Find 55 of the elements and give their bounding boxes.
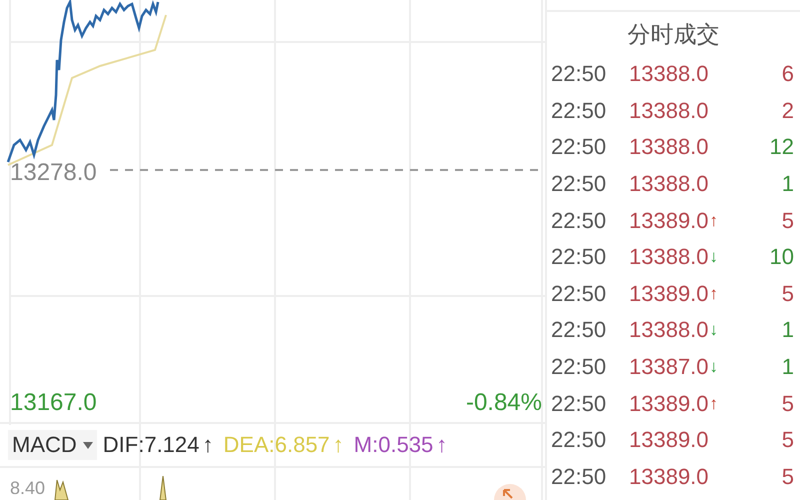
trade-time: 22:50 bbox=[551, 390, 608, 417]
change-percent: -0.84% bbox=[466, 391, 542, 415]
trade-price: 13387.0 bbox=[629, 354, 709, 380]
trade-price: 13388.0 bbox=[629, 317, 709, 344]
trade-time: 22:50 bbox=[551, 354, 608, 380]
trade-volume: 5 bbox=[782, 390, 794, 417]
trend-arrow: ↑ bbox=[710, 210, 718, 231]
trend-arrow: ↑ bbox=[202, 432, 214, 458]
trade-volume: 10 bbox=[770, 244, 794, 270]
trend-arrow: ↑ bbox=[436, 432, 448, 458]
trade-price: 13389.0 bbox=[629, 280, 709, 307]
trade-time: 22:50 bbox=[551, 427, 608, 454]
trade-price: 13388.0 bbox=[629, 134, 709, 160]
trade-time: 22:50 bbox=[551, 317, 608, 344]
trade-time: 22:50 bbox=[551, 208, 608, 234]
trade-price: 13388.0 bbox=[629, 61, 709, 88]
trade-time: 22:50 bbox=[551, 280, 608, 307]
trade-price: 13388.0 bbox=[629, 171, 709, 198]
trade-time: 22:50 bbox=[551, 171, 608, 198]
trade-volume: 5 bbox=[782, 464, 794, 490]
caret-icon bbox=[82, 442, 93, 448]
trend-arrow: ↑ bbox=[332, 432, 344, 458]
trade-time: 22:50 bbox=[551, 98, 608, 124]
trade-volume: 12 bbox=[770, 134, 794, 160]
trend-arrow: ↓ bbox=[710, 247, 718, 268]
trade-time: 22:50 bbox=[551, 244, 608, 270]
trade-time: 22:50 bbox=[551, 464, 608, 490]
trade-volume: 2 bbox=[782, 98, 794, 124]
panel-title: 分时成交 bbox=[626, 20, 720, 49]
trade-volume: 6 bbox=[782, 61, 794, 88]
indicator-dropdown[interactable]: MACD bbox=[8, 430, 97, 460]
trade-price: 13389.0 bbox=[629, 464, 709, 490]
trade-price: 13389.0 bbox=[629, 427, 709, 454]
indicator-value: DIF:7.124 bbox=[102, 432, 200, 458]
trade-volume: 1 bbox=[782, 317, 794, 344]
indicator-value: DEA:6.857 bbox=[223, 432, 330, 458]
trade-price: 13389.0 bbox=[629, 390, 709, 417]
reference-price: 13278.0 bbox=[10, 161, 97, 185]
trade-price: 13388.0 bbox=[629, 98, 709, 124]
axis-label: 8.40 bbox=[10, 478, 46, 499]
trade-volume: 5 bbox=[782, 427, 794, 454]
trade-price: 13388.0 bbox=[629, 244, 709, 270]
trend-arrow: ↑ bbox=[710, 394, 718, 414]
trade-volume: 5 bbox=[782, 280, 794, 307]
trade-time: 22:50 bbox=[551, 134, 608, 160]
trend-arrow: ↓ bbox=[710, 320, 718, 340]
indicator-value: M:0.535 bbox=[354, 432, 434, 458]
trade-volume: 5 bbox=[782, 208, 794, 234]
trend-arrow: ↓ bbox=[710, 357, 718, 378]
trade-volume: 1 bbox=[782, 354, 794, 380]
trade-volume: 1 bbox=[782, 171, 794, 198]
trend-arrow: ↑ bbox=[710, 284, 718, 304]
trade-price: 13389.0 bbox=[629, 208, 709, 234]
low-price: 13167.0 bbox=[10, 391, 97, 415]
trade-time: 22:50 bbox=[551, 61, 608, 88]
